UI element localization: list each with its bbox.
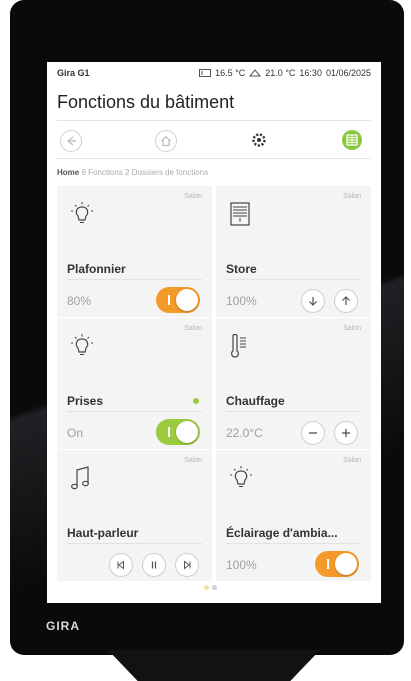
tile-name: Prises: [67, 394, 104, 408]
page-dot-active[interactable]: [204, 585, 209, 590]
tile-value: 100%: [226, 558, 257, 572]
back-button[interactable]: [60, 130, 82, 152]
tile-room: Salon: [184, 193, 202, 200]
next-button[interactable]: [175, 553, 199, 577]
device-stand: [108, 650, 320, 681]
clock: 16:30: [299, 68, 322, 78]
tile-value: 80%: [67, 294, 92, 308]
toggle-on-mark: [327, 559, 329, 569]
status-readouts: 16.5 °C 21.0 °C 16:30 01/06/2025: [199, 68, 371, 78]
grid-divider-horizontal: [57, 449, 371, 450]
music-note-icon: [71, 466, 89, 490]
tile-name: Éclairage d'ambia...: [226, 526, 338, 540]
breadcrumb-home[interactable]: Home: [57, 168, 79, 177]
tile-room: Salon: [184, 325, 202, 332]
toggle-knob: [335, 553, 357, 575]
toggle-on-mark: [168, 427, 170, 437]
tile-view-button[interactable]: [342, 130, 362, 150]
date: 01/06/2025: [325, 68, 371, 78]
up-arrow-icon: [342, 296, 350, 305]
tile-separator: [226, 279, 361, 280]
page-title: Fonctions du bâtiment: [57, 92, 235, 112]
title-divider: [57, 120, 371, 121]
tile-haut-parleur[interactable]: Salon Haut-parleur: [57, 450, 212, 581]
light-bulb-icon: [71, 202, 93, 223]
navigation-bar: [57, 128, 371, 154]
tile-separator: [67, 411, 202, 412]
breadcrumb-path: 9 Fonctions 2 Dossiers de fonctions: [81, 168, 209, 177]
tile-value: On: [67, 426, 84, 440]
outdoor-temp-icon: [199, 69, 212, 77]
tile-value: 100%: [226, 294, 257, 308]
toggle-switch[interactable]: [156, 287, 200, 313]
page-indicator: [204, 585, 217, 590]
app-name: Gira G1: [57, 68, 90, 78]
breadcrumb: Home 9 Fonctions 2 Dossiers de fonctions: [57, 168, 208, 177]
temp-decrease-button[interactable]: [301, 421, 325, 445]
tile-name: Plafonnier: [67, 262, 126, 276]
toggle-on-mark: [168, 295, 170, 305]
grid-divider-horizontal: [57, 317, 371, 318]
indoor-temp-icon: [249, 69, 262, 77]
tile-eclairage-ambiance[interactable]: Salon Éclairage d'ambia... 100%: [216, 450, 371, 581]
tile-value: 22.0°C: [226, 426, 263, 440]
tile-name: Chauffage: [226, 394, 285, 408]
screen: Gira G1 16.5 °C 21.0 °C 16:30 01/06/2025…: [47, 62, 381, 603]
tile-separator: [226, 543, 361, 544]
tile-separator: [67, 543, 202, 544]
tile-room: Salon: [343, 193, 361, 200]
nav-divider: [57, 158, 371, 159]
tile-prises[interactable]: Salon Prises On: [57, 318, 212, 449]
page-dot[interactable]: [212, 585, 217, 590]
toggle-switch[interactable]: [315, 551, 359, 577]
plus-icon: [342, 429, 350, 437]
toggle-knob: [176, 421, 198, 443]
down-arrow-icon: [309, 297, 317, 306]
status-indicator: [193, 398, 199, 404]
arrow-left-icon: [67, 136, 76, 146]
toggle-knob: [176, 289, 198, 311]
previous-icon: [117, 560, 124, 570]
gear-icon: [252, 133, 266, 147]
pause-button[interactable]: [142, 553, 166, 577]
blind-up-button[interactable]: [334, 289, 358, 313]
tile-store[interactable]: Salon Store 100%: [216, 186, 371, 317]
function-grid: Salon Plafonnier 80% Salon Store 100% Sa…: [57, 186, 371, 581]
house-icon: [161, 135, 171, 147]
blind-icon: [230, 202, 250, 226]
tile-name: Haut-parleur: [67, 526, 139, 540]
grid-icon: [346, 134, 358, 146]
tile-separator: [67, 279, 202, 280]
blind-down-button[interactable]: [301, 289, 325, 313]
tile-chauffage[interactable]: Salon Chauffage 22.0°C: [216, 318, 371, 449]
next-icon: [184, 560, 191, 570]
temp-increase-button[interactable]: [334, 421, 358, 445]
tile-room: Salon: [184, 457, 202, 464]
tile-room: Salon: [343, 457, 361, 464]
home-button[interactable]: [155, 130, 177, 152]
thermometer-icon: [231, 334, 246, 358]
pause-icon: [151, 561, 157, 569]
tile-name: Store: [226, 262, 257, 276]
previous-button[interactable]: [109, 553, 133, 577]
tile-plafonnier[interactable]: Salon Plafonnier 80%: [57, 186, 212, 317]
light-bulb-icon: [230, 466, 252, 487]
minus-icon: [309, 432, 317, 434]
indoor-temp: 21.0 °C: [265, 68, 296, 78]
tile-separator: [226, 411, 361, 412]
brand-logo: GIRA: [46, 619, 80, 633]
settings-button[interactable]: [249, 130, 269, 150]
grid-divider-vertical: [212, 186, 216, 581]
toggle-switch[interactable]: [156, 419, 200, 445]
light-bulb-icon: [71, 334, 93, 355]
tile-room: Salon: [343, 325, 361, 332]
outdoor-temp: 16.5 °C: [215, 68, 246, 78]
status-bar: Gira G1 16.5 °C 21.0 °C 16:30 01/06/2025: [47, 66, 381, 80]
